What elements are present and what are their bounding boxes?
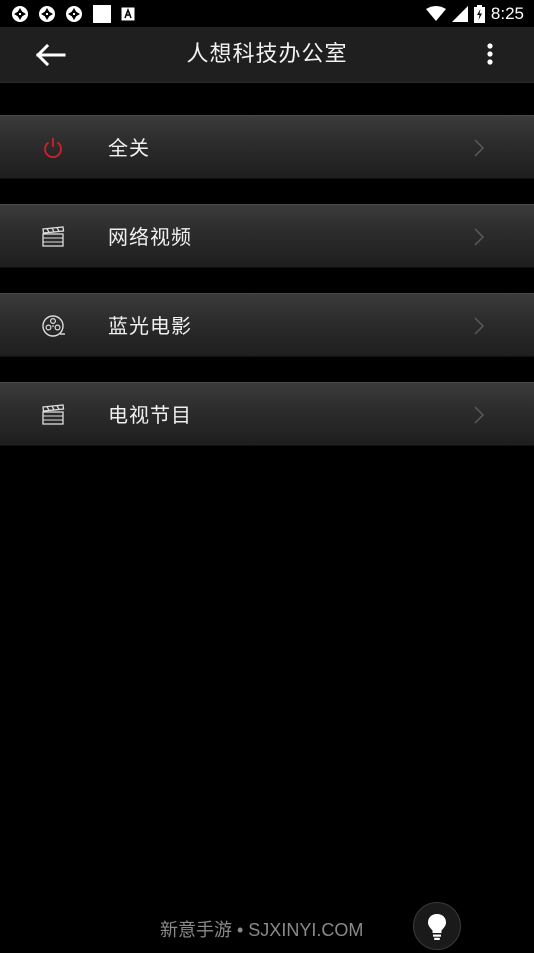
chevron-right-icon (474, 317, 485, 335)
power-icon (44, 138, 62, 159)
watermark-text: 新意手游 • SJXINYI.COM (160, 920, 364, 940)
menu-item-bluray-movie[interactable]: 蓝光电影 (0, 293, 534, 357)
menu-item-network-video[interactable]: 网络视频 (0, 204, 534, 268)
signal-icon (451, 5, 468, 22)
clapperboard-icon (42, 226, 65, 247)
aperture-icon (12, 5, 28, 22)
footer: 新意手游 • SJXINYI.COM (0, 902, 534, 950)
lightbulb-icon (428, 914, 446, 940)
menu-item-tv-programs[interactable]: 电视节目 (0, 382, 534, 446)
status-time: 8:25 (490, 3, 524, 23)
film-reel-icon (42, 315, 65, 337)
more-vert-icon (487, 43, 493, 65)
chevron-right-icon (474, 139, 485, 157)
aperture-icon (39, 5, 55, 22)
clapperboard-icon (42, 404, 65, 425)
status-bar: 8:25 (0, 0, 534, 27)
page-title: 人想科技办公室 (186, 42, 348, 67)
aperture-icon (66, 5, 82, 22)
battery-charging-icon (473, 4, 485, 23)
menu-item-label: 蓝光电影 (108, 314, 192, 338)
menu-item-all-off[interactable]: 全关 (0, 115, 534, 179)
font-icon (121, 7, 135, 20)
chevron-right-icon (474, 228, 485, 246)
wifi-icon (425, 5, 446, 21)
app-bar: 人想科技办公室 (0, 27, 534, 83)
more-options-button[interactable] (478, 41, 502, 69)
menu-item-label: 网络视频 (108, 225, 192, 249)
square-icon (93, 4, 111, 23)
lightbulb-button[interactable] (413, 902, 461, 950)
chevron-right-icon (474, 406, 485, 424)
menu-item-label: 全关 (108, 136, 150, 160)
menu-item-label: 电视节目 (108, 403, 192, 427)
